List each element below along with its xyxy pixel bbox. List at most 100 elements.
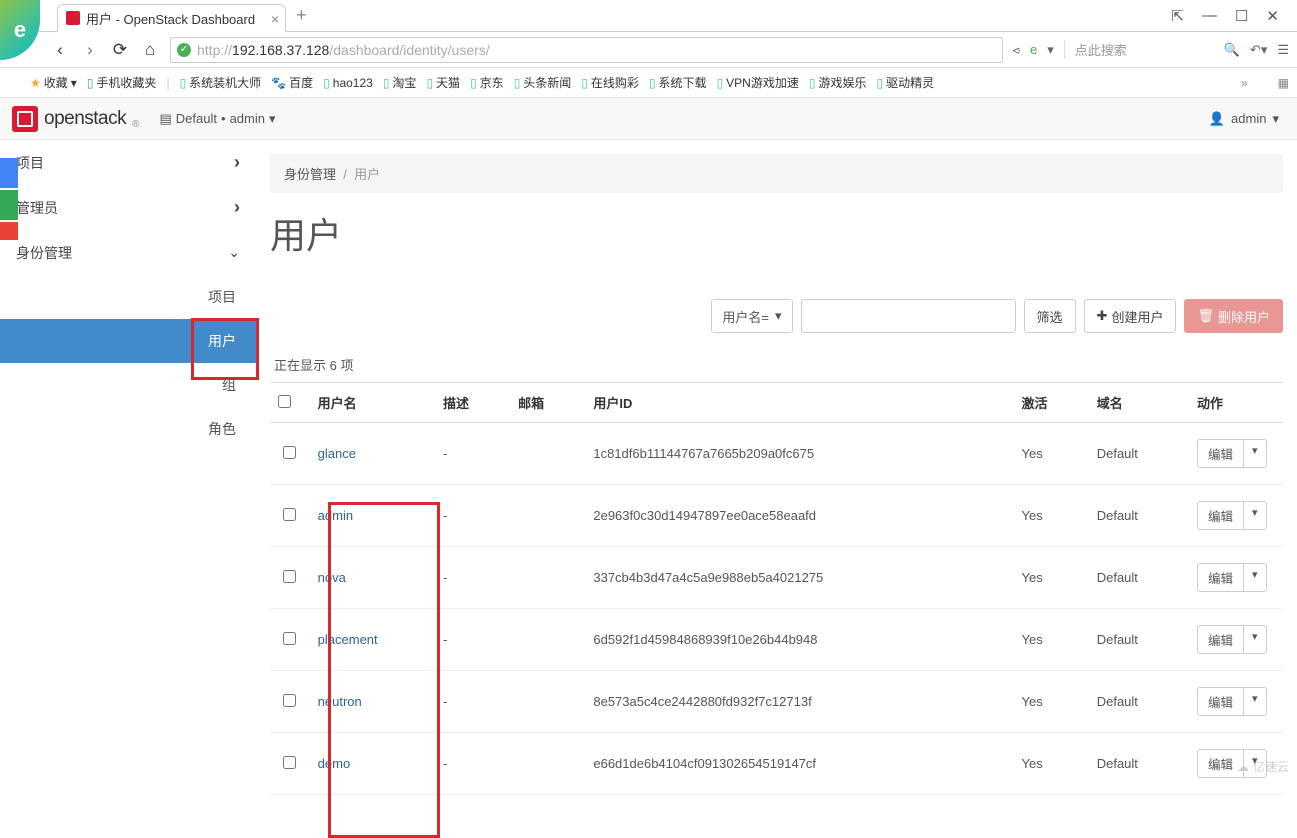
user-link[interactable]: nova <box>318 570 346 585</box>
edit-button[interactable]: 编辑 <box>1197 501 1244 530</box>
back-button[interactable]: ‹ <box>50 40 70 60</box>
refresh-button[interactable]: ⟳ <box>110 40 130 60</box>
row-checkbox[interactable] <box>283 570 296 583</box>
bookmark-item[interactable]: ▯在线购彩 <box>581 74 639 91</box>
col-header-email[interactable]: 邮箱 <box>510 383 585 423</box>
close-window-icon[interactable]: ✕ <box>1266 7 1279 25</box>
col-header-desc[interactable]: 描述 <box>435 383 510 423</box>
table-toolbar: 用户名=▾ 筛选 ✚创建用户 🗑删除用户 <box>270 299 1283 333</box>
cell-active: Yes <box>1014 423 1089 485</box>
cell-desc: - <box>435 547 510 609</box>
user-link[interactable]: neutron <box>318 694 362 709</box>
user-link[interactable]: placement <box>318 632 378 647</box>
user-link[interactable]: admin <box>318 508 353 523</box>
share-icon[interactable]: ⪦ <box>1013 42 1020 58</box>
apps-icon[interactable]: ▦ <box>1278 76 1289 90</box>
addr-right-tools: ⪦ e ▾ 点此搜索 🔍 ↶▾ ☰ <box>1013 40 1289 59</box>
project-selector[interactable]: ▤ Default • admin ▾ <box>160 111 276 127</box>
col-header-domain[interactable]: 域名 <box>1089 383 1189 423</box>
star-icon: ★ <box>30 76 41 90</box>
breadcrumb: 身份管理 / 用户 <box>270 154 1283 193</box>
col-header-name[interactable]: 用户名 <box>310 383 435 423</box>
edit-button[interactable]: 编辑 <box>1197 439 1244 468</box>
page-icon: ▯ <box>876 76 883 90</box>
bookmark-item[interactable]: ▯VPN游戏加速 <box>717 74 799 91</box>
new-tab-button[interactable]: + <box>296 5 307 26</box>
bookmark-item[interactable]: 🐾百度 <box>271 74 313 91</box>
bookmark-item[interactable]: ▯淘宝 <box>383 74 417 91</box>
col-header-id[interactable]: 用户ID <box>585 383 1013 423</box>
breadcrumb-current: 用户 <box>354 167 380 182</box>
close-icon[interactable]: × <box>271 11 279 27</box>
delete-user-button[interactable]: 🗑删除用户 <box>1184 299 1283 333</box>
action-dropdown[interactable]: ▾ <box>1244 501 1267 530</box>
sidebar-group-identity[interactable]: 身份管理⌄ <box>0 230 256 275</box>
bookmark-item[interactable]: ▯系统装机大师 <box>180 74 262 91</box>
select-all-checkbox[interactable] <box>278 395 291 408</box>
page-icon: ▯ <box>323 76 330 90</box>
sidebar-item-users[interactable]: 用户 <box>0 319 256 363</box>
edit-button[interactable]: 编辑 <box>1197 563 1244 592</box>
user-link[interactable]: demo <box>318 756 351 771</box>
maximize-icon[interactable]: ☐ <box>1235 7 1248 25</box>
browser-tab[interactable]: 用户 - OpenStack Dashboard × <box>57 4 286 32</box>
sidebar-item-groups[interactable]: 组 <box>0 363 256 407</box>
home-button[interactable]: ⌂ <box>140 40 160 60</box>
user-link[interactable]: glance <box>318 446 356 461</box>
minimize-icon[interactable]: — <box>1202 7 1217 25</box>
sidebar-group-admin[interactable]: 管理员› <box>0 185 256 230</box>
row-checkbox[interactable] <box>283 632 296 645</box>
domain-label: Default <box>176 111 217 126</box>
plus-icon: ✚ <box>1097 308 1108 324</box>
sidebar-item-roles[interactable]: 角色 <box>0 407 256 451</box>
chevron-down-icon[interactable]: ▾ <box>1047 42 1054 58</box>
user-menu[interactable]: 👤 admin ▾ <box>1209 111 1279 127</box>
edit-button[interactable]: 编辑 <box>1197 625 1244 654</box>
page-icon: ▯ <box>809 76 816 90</box>
bookmarks-more-icon[interactable]: » <box>1241 76 1248 90</box>
mobile-bookmarks[interactable]: ▯手机收藏夹 <box>87 74 157 91</box>
url-input[interactable]: ✓ http:// 192.168.37.128 /dashboard/iden… <box>170 37 1003 63</box>
forward-button[interactable]: › <box>80 40 100 60</box>
sidebar-item-projects[interactable]: 项目 <box>0 275 256 319</box>
browser-e-icon[interactable]: e <box>1030 42 1037 57</box>
bookmark-item[interactable]: ▯hao123 <box>323 74 373 91</box>
undo-icon[interactable]: ↶▾ <box>1250 42 1267 58</box>
bookmark-item[interactable]: ▯游戏娱乐 <box>809 74 867 91</box>
action-dropdown[interactable]: ▾ <box>1244 563 1267 592</box>
breadcrumb-identity[interactable]: 身份管理 <box>284 167 336 182</box>
window-pin-icon[interactable]: ⇱ <box>1171 7 1184 25</box>
row-checkbox[interactable] <box>283 446 296 459</box>
bookmark-item[interactable]: ▯头条新闻 <box>514 74 572 91</box>
create-user-button[interactable]: ✚创建用户 <box>1084 299 1177 333</box>
edit-button[interactable]: 编辑 <box>1197 687 1244 716</box>
filter-input[interactable] <box>801 299 1016 333</box>
openstack-logo[interactable]: openstack® <box>12 106 140 132</box>
row-checkbox[interactable] <box>283 694 296 707</box>
menu-icon[interactable]: ☰ <box>1277 42 1289 58</box>
cell-domain: Default <box>1089 485 1189 547</box>
bookmark-item[interactable]: ▯驱动精灵 <box>876 74 934 91</box>
bookmark-item[interactable]: ▯京东 <box>470 74 504 91</box>
action-dropdown[interactable]: ▾ <box>1244 625 1267 654</box>
row-checkbox[interactable] <box>283 508 296 521</box>
col-header-active[interactable]: 激活 <box>1014 383 1089 423</box>
action-dropdown[interactable]: ▾ <box>1244 439 1267 468</box>
filter-button[interactable]: 筛选 <box>1024 299 1076 333</box>
trash-icon: 🗑 <box>1197 308 1214 324</box>
filter-field-dropdown[interactable]: 用户名=▾ <box>711 299 792 333</box>
tab-title: 用户 - OpenStack Dashboard <box>86 9 255 28</box>
bookmark-item[interactable]: ▯天猫 <box>426 74 460 91</box>
row-checkbox[interactable] <box>283 756 296 769</box>
search-icon[interactable]: 🔍 <box>1224 42 1240 58</box>
page-icon: 🐾 <box>271 76 286 90</box>
search-input[interactable]: 点此搜索 <box>1064 40 1214 59</box>
action-dropdown[interactable]: ▾ <box>1244 687 1267 716</box>
bookmarks-label[interactable]: 收藏 <box>44 74 68 91</box>
main-content: 身份管理 / 用户 用户 用户名=▾ 筛选 ✚创建用户 🗑删除用户 正在显示 6… <box>256 140 1297 795</box>
sidebar-group-project[interactable]: 项目› <box>0 140 256 185</box>
browser-tab-strip: 用户 - OpenStack Dashboard × + ⇱ — ☐ ✕ <box>0 0 1297 32</box>
bookmark-item[interactable]: ▯系统下载 <box>649 74 707 91</box>
page-icon: ▯ <box>717 76 724 90</box>
col-header-action: 动作 <box>1189 383 1283 423</box>
